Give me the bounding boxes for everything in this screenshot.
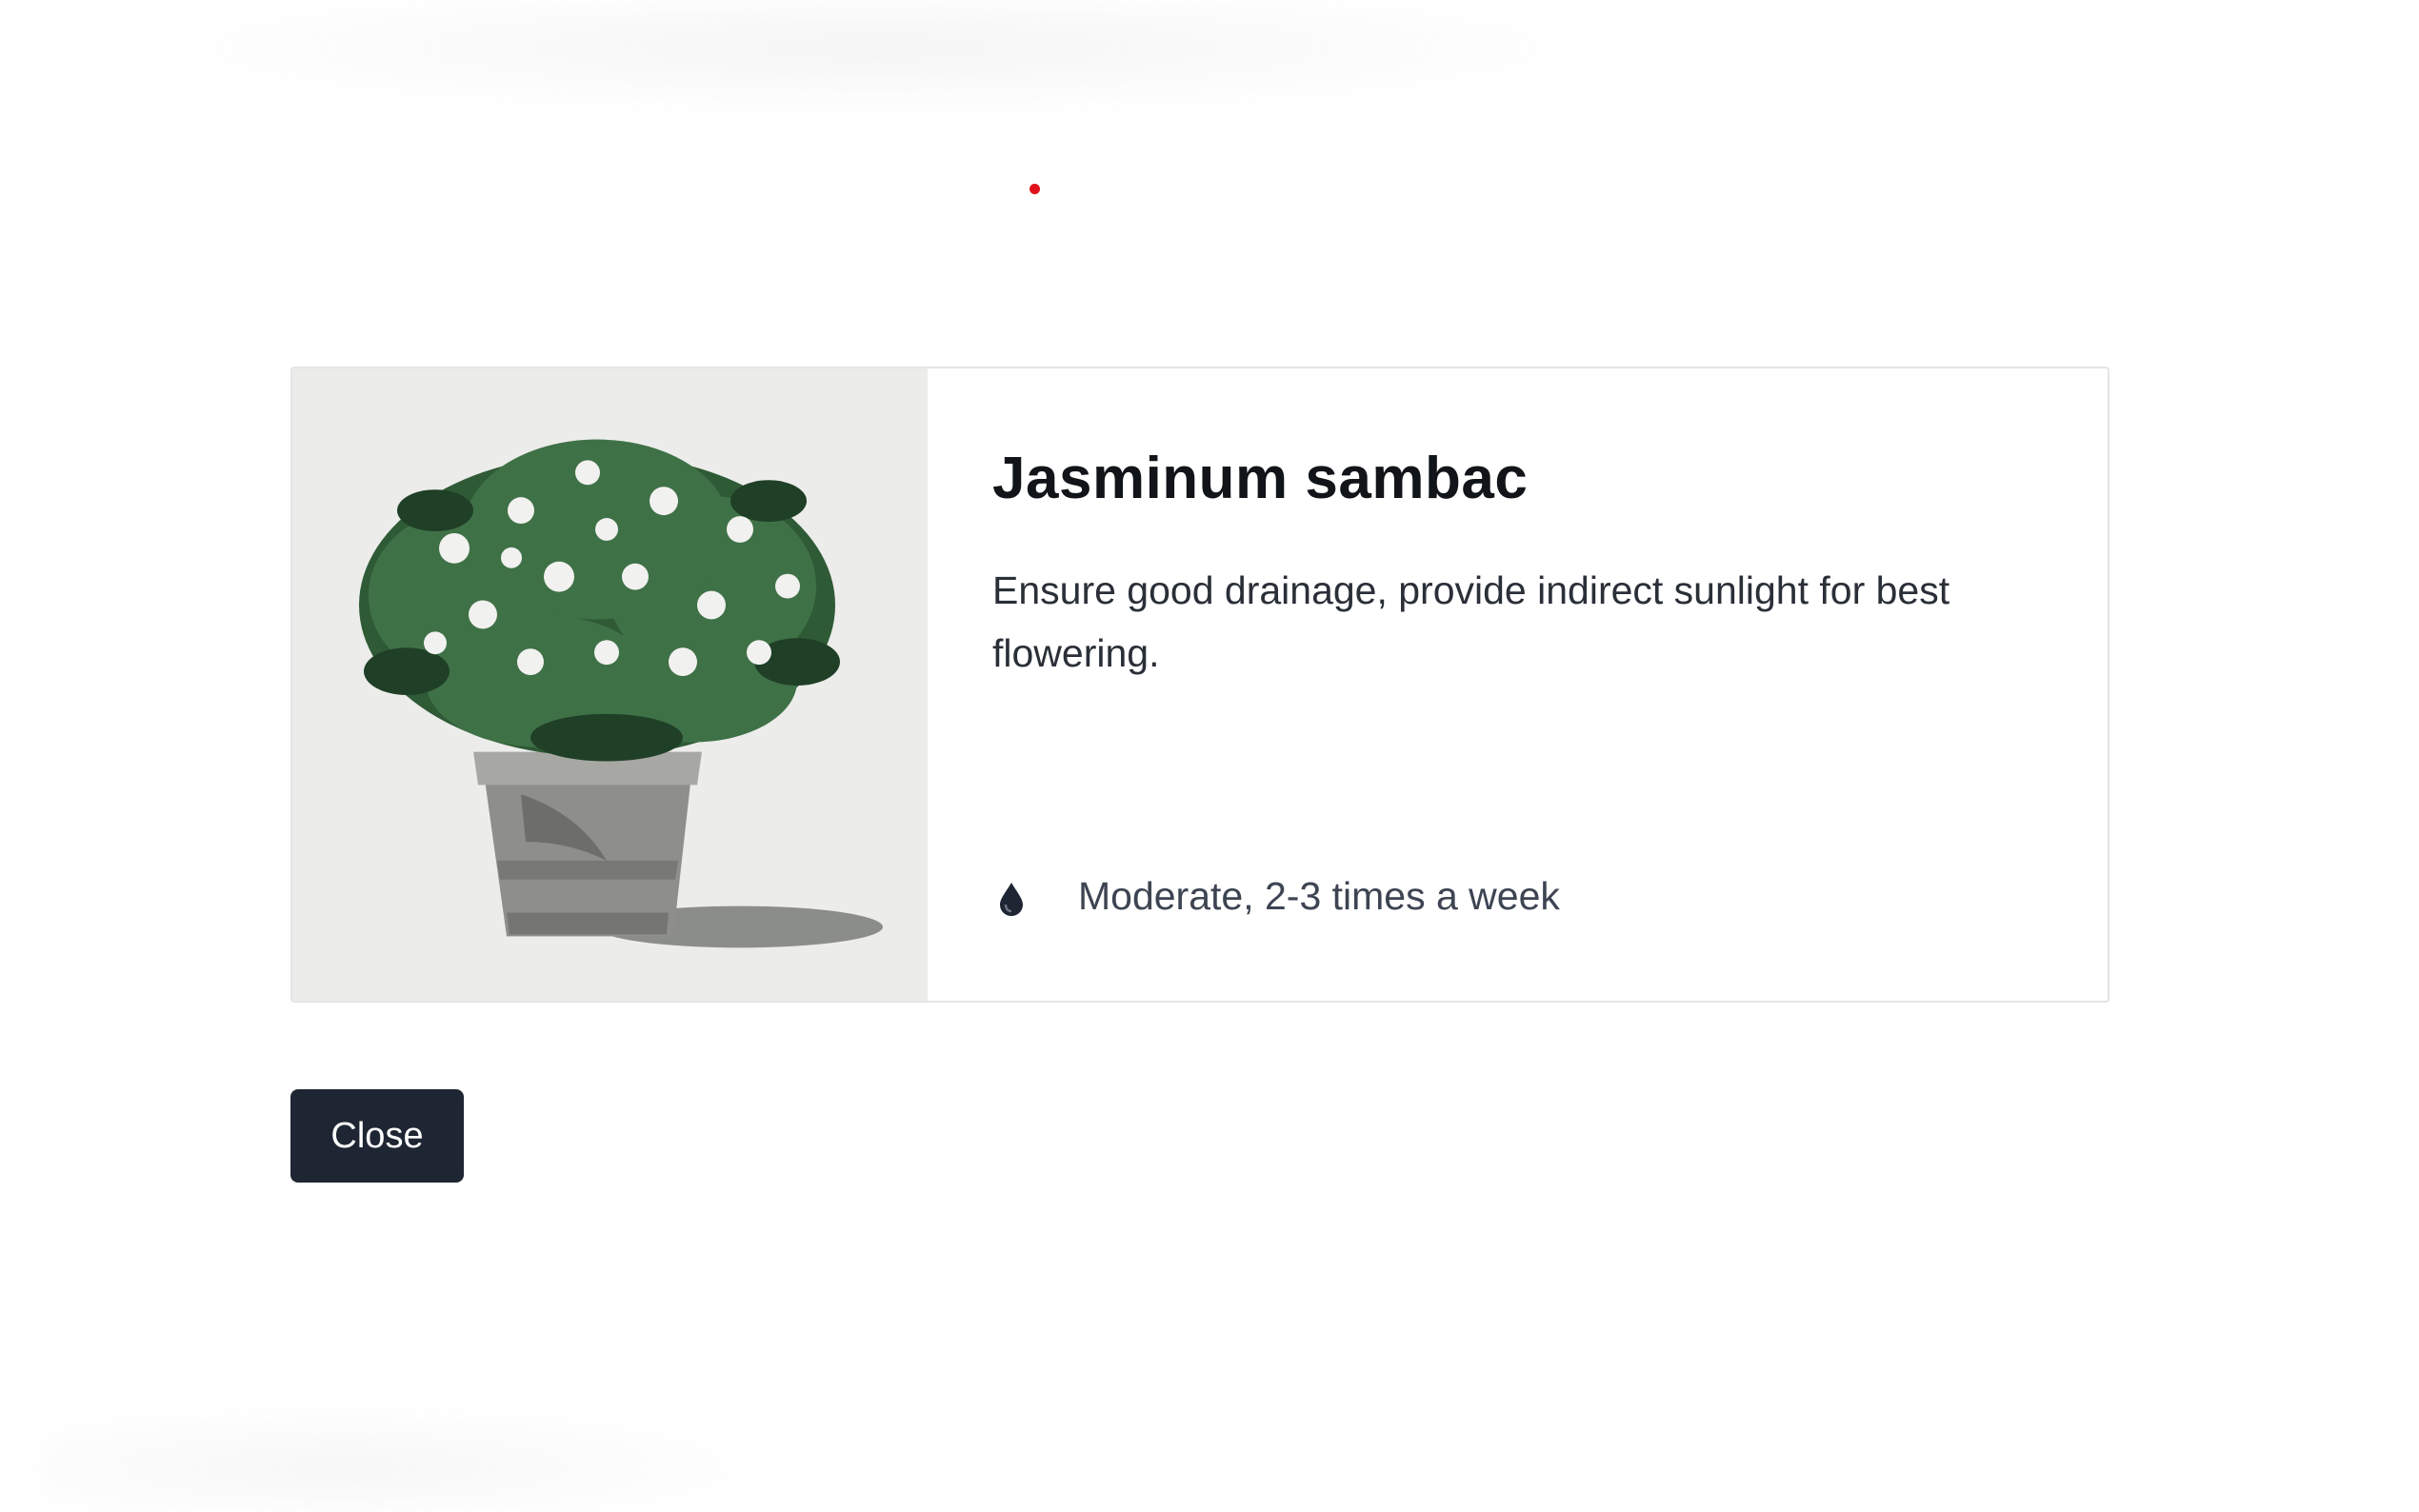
indicator-dot <box>1030 184 1040 194</box>
background-blur-bottom <box>38 1400 800 1512</box>
plant-card: Jasminum sambac Ensure good drainage, pr… <box>290 367 2109 1003</box>
potted-plant-illustration <box>359 439 883 948</box>
background-blur-top <box>114 0 1638 119</box>
close-button[interactable]: Close <box>290 1089 464 1183</box>
watering-text: Moderate, 2-3 times a week <box>1078 873 1560 918</box>
plant-image <box>292 368 928 1001</box>
watering-info: Moderate, 2-3 times a week <box>992 873 1560 919</box>
plant-name: Jasminum sambac <box>992 446 1529 511</box>
water-drop-icon <box>992 873 1030 919</box>
page: Jasminum sambac Ensure good drainage, pr… <box>0 0 2419 1512</box>
plant-description: Ensure good drainage, provide indirect s… <box>992 568 1950 675</box>
plant-details: Jasminum sambac Ensure good drainage, pr… <box>928 368 2108 1001</box>
